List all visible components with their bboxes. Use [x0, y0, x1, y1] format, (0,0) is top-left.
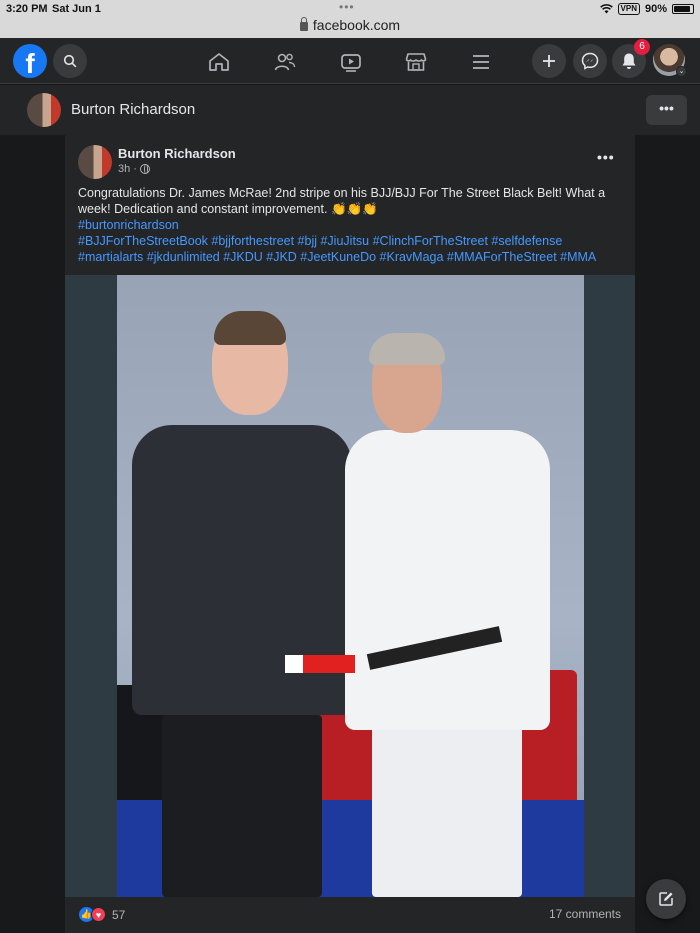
search-button[interactable] [53, 44, 87, 78]
post-body: Congratulations Dr. James McRae! 2nd str… [78, 185, 626, 265]
notification-count-badge: 6 [634, 39, 650, 55]
page-title[interactable]: Burton Richardson [71, 101, 195, 118]
page-more-button[interactable]: ••• [646, 95, 687, 125]
facebook-logo-icon[interactable]: f [13, 44, 47, 78]
page-avatar[interactable] [27, 93, 61, 127]
facebook-top-nav: f 6 ⌄ [0, 38, 700, 84]
wifi-icon [599, 4, 613, 14]
watch-icon [341, 54, 361, 72]
multitasking-dots-icon[interactable]: ••• [339, 0, 355, 14]
compose-button[interactable] [646, 879, 686, 919]
reaction-summary[interactable]: 👍 ♥ 57 [79, 907, 125, 922]
vpn-badge: VPN [617, 3, 640, 15]
hashtag-line[interactable]: #BJJForTheStreetBook #bjjforthestreet #b… [78, 234, 562, 248]
photo-person-right-hair [369, 333, 445, 365]
status-time: 3:20 PM [6, 3, 48, 15]
post-author-avatar[interactable] [78, 145, 112, 179]
notifications-button[interactable]: 6 [612, 39, 650, 78]
url-text: facebook.com [312, 17, 401, 33]
chevron-down-icon[interactable]: ⌄ [676, 66, 687, 77]
plus-icon [543, 55, 555, 67]
messenger-icon [581, 52, 599, 70]
page-header: Burton Richardson ••• [0, 85, 700, 135]
messenger-button[interactable] [573, 44, 607, 78]
hashtag-line[interactable]: #martialarts #jkdunlimited #JKDU #JKD #J… [78, 250, 596, 264]
comment-count[interactable]: 17 comments [549, 907, 621, 921]
create-button[interactable] [532, 44, 566, 78]
search-icon [63, 54, 77, 68]
post-timestamp[interactable]: 3h · [118, 163, 150, 175]
reaction-count: 57 [112, 907, 126, 922]
edit-icon [659, 892, 673, 906]
lock-icon [299, 17, 308, 31]
status-indicators: VPN 90% [599, 3, 694, 15]
ios-status-bar: 3:20 PM Sat Jun 1 ••• facebook.com VPN 9… [0, 0, 700, 38]
post-photo-container[interactable] [65, 275, 635, 897]
battery-percent: 90% [644, 3, 667, 15]
post-time-text: 3h · [118, 163, 137, 175]
status-date: Sat Jun 1 [52, 3, 101, 15]
friends-tab[interactable] [273, 50, 297, 74]
clap-emoji: 👏👏👏 [330, 202, 378, 216]
love-reaction-icon: ♥ [91, 907, 106, 922]
bell-icon [622, 53, 636, 69]
photo-person-left-legs [162, 715, 322, 897]
address-bar[interactable]: facebook.com [0, 17, 700, 33]
post-author[interactable]: Burton Richardson [118, 146, 236, 161]
post-photo[interactable] [117, 275, 584, 897]
photo-person-left-hair [214, 311, 286, 345]
marketplace-tab[interactable] [404, 50, 428, 74]
battery-icon [672, 4, 694, 14]
friends-icon [274, 53, 296, 71]
hashtag-line[interactable]: #burtonrichardson [78, 218, 179, 232]
post-card: Burton Richardson 3h · ••• Congratulatio… [65, 135, 635, 933]
photo-held-belt [285, 655, 355, 673]
globe-icon [139, 164, 150, 174]
menu-icon [473, 55, 489, 69]
watch-tab[interactable] [339, 50, 363, 74]
home-icon [209, 53, 229, 71]
post-more-button[interactable]: ••• [597, 149, 615, 165]
marketplace-icon [405, 53, 427, 71]
home-tab[interactable] [207, 50, 231, 74]
photo-person-right-legs [372, 725, 522, 897]
menu-tab[interactable] [469, 50, 493, 74]
photo-person-right-gi [345, 430, 550, 730]
